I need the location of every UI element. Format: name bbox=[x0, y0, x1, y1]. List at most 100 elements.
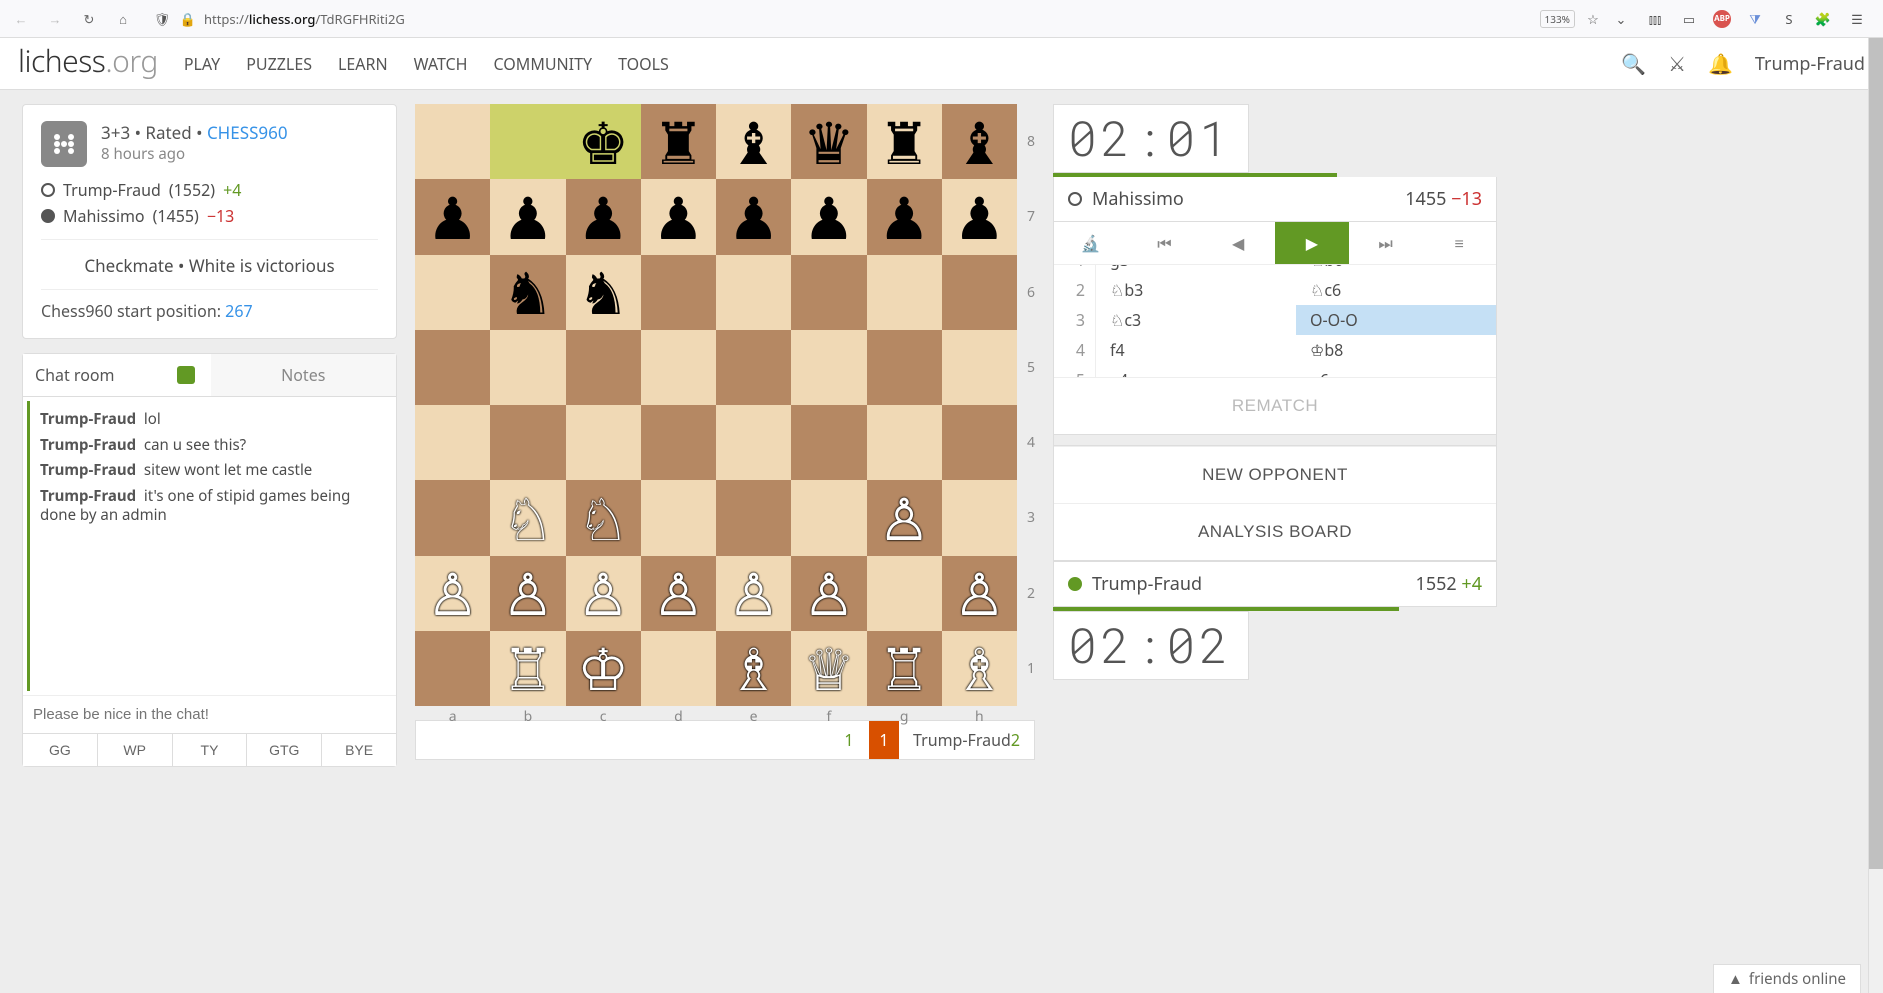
square-g6[interactable] bbox=[867, 255, 942, 330]
square-a3[interactable] bbox=[415, 480, 490, 555]
square-a8[interactable] bbox=[415, 104, 490, 179]
player-bar[interactable]: Trump-Fraud 1552 +4 bbox=[1053, 561, 1497, 607]
square-d6[interactable] bbox=[641, 255, 716, 330]
square-c5[interactable] bbox=[566, 330, 641, 405]
nav-puzzles[interactable]: PUZZLES bbox=[246, 53, 312, 75]
move-3w[interactable]: ♘c3 bbox=[1096, 305, 1296, 335]
square-g5[interactable] bbox=[867, 330, 942, 405]
opponent-bar[interactable]: Mahissimo 1455 −13 bbox=[1053, 177, 1497, 222]
extensions-icon[interactable]: 🧩 bbox=[1813, 9, 1833, 29]
move-4b[interactable]: ♔b8 bbox=[1296, 335, 1496, 365]
move-1b[interactable]: ♘b6 bbox=[1296, 265, 1496, 275]
square-b3[interactable]: ♘ bbox=[490, 480, 565, 555]
square-d4[interactable] bbox=[641, 405, 716, 480]
wr-piece[interactable]: ♖ bbox=[490, 631, 565, 706]
nav-learn[interactable]: LEARN bbox=[338, 53, 388, 75]
user-menu[interactable]: Trump-Fraud bbox=[1755, 52, 1865, 76]
wb-piece[interactable]: ♗ bbox=[716, 631, 791, 706]
bp-piece[interactable]: ♟ bbox=[415, 179, 490, 254]
zoom-badge[interactable]: 133% bbox=[1540, 10, 1575, 28]
square-f2[interactable]: ♙ bbox=[791, 556, 866, 631]
square-a7[interactable]: ♟ bbox=[415, 179, 490, 254]
square-e7[interactable]: ♟ bbox=[716, 179, 791, 254]
forward-button[interactable]: → bbox=[42, 6, 68, 32]
tab-chat[interactable]: Chat room bbox=[23, 354, 211, 396]
square-c6[interactable]: ♞ bbox=[566, 255, 641, 330]
square-e1[interactable]: ♗ bbox=[716, 631, 791, 706]
bp-piece[interactable]: ♟ bbox=[566, 179, 641, 254]
tab-notes[interactable]: Notes bbox=[211, 354, 397, 396]
square-a5[interactable] bbox=[415, 330, 490, 405]
chat-input[interactable] bbox=[23, 695, 396, 733]
analyze-icon[interactable]: 🔬 bbox=[1054, 222, 1128, 264]
square-g4[interactable] bbox=[867, 405, 942, 480]
bn-piece[interactable]: ♞ bbox=[490, 255, 565, 330]
wp-piece[interactable]: ♙ bbox=[716, 556, 791, 631]
square-d2[interactable]: ♙ bbox=[641, 556, 716, 631]
library-icon[interactable]: ⫾⫾⫾ bbox=[1645, 9, 1665, 29]
bp-piece[interactable]: ♟ bbox=[716, 179, 791, 254]
square-e4[interactable] bbox=[716, 405, 791, 480]
move-5w[interactable]: e4 bbox=[1096, 365, 1296, 377]
square-h3[interactable] bbox=[942, 480, 1017, 555]
extension1-icon[interactable]: ⧩ bbox=[1745, 9, 1765, 29]
prev-move-button[interactable]: ◀ bbox=[1201, 222, 1275, 264]
preset-gg[interactable]: GG bbox=[23, 734, 98, 766]
preset-ty[interactable]: TY bbox=[173, 734, 248, 766]
square-c2[interactable]: ♙ bbox=[566, 556, 641, 631]
chess-board[interactable]: ♚♜♝♛♜♝♟♟♟♟♟♟♟♟♞♞♘♘♙♙♙♙♙♙♙♙♖♔♗♕♖♗ 8765432… bbox=[415, 104, 1017, 706]
chat-toggle[interactable] bbox=[177, 366, 195, 384]
wn-piece[interactable]: ♘ bbox=[490, 480, 565, 555]
preset-bye[interactable]: BYE bbox=[322, 734, 396, 766]
nav-community[interactable]: COMMUNITY bbox=[494, 53, 593, 75]
square-d3[interactable] bbox=[641, 480, 716, 555]
move-3b[interactable]: O-O-O bbox=[1296, 305, 1496, 335]
reload-button[interactable]: ↻ bbox=[76, 6, 102, 32]
square-g3[interactable]: ♙ bbox=[867, 480, 942, 555]
square-h5[interactable] bbox=[942, 330, 1017, 405]
crosstable[interactable]: 1 1 Trump-Fraud 2 bbox=[415, 720, 1035, 760]
reader-icon[interactable]: ▭ bbox=[1679, 9, 1699, 29]
new-opponent-button[interactable]: NEW OPPONENT bbox=[1054, 446, 1496, 503]
player-black[interactable]: Mahissimo (1455) −13 bbox=[41, 203, 378, 229]
square-a2[interactable]: ♙ bbox=[415, 556, 490, 631]
fen-link[interactable]: 267 bbox=[225, 300, 252, 322]
last-move-button[interactable]: ⏭ bbox=[1349, 222, 1423, 264]
star-icon[interactable]: ☆ bbox=[1583, 9, 1603, 29]
square-g7[interactable]: ♟ bbox=[867, 179, 942, 254]
wq-piece[interactable]: ♕ bbox=[791, 631, 866, 706]
nav-tools[interactable]: TOOLS bbox=[618, 53, 669, 75]
square-h6[interactable] bbox=[942, 255, 1017, 330]
square-f4[interactable] bbox=[791, 405, 866, 480]
first-move-button[interactable]: ⏮ bbox=[1128, 222, 1202, 264]
square-c3[interactable]: ♘ bbox=[566, 480, 641, 555]
square-g2[interactable] bbox=[867, 556, 942, 631]
bb-piece[interactable]: ♝ bbox=[942, 104, 1017, 179]
move-list[interactable]: 1g3♘b62♘b3♘c63♘c3O-O-O4f4♔b85e4g6 bbox=[1054, 265, 1496, 377]
wp-piece[interactable]: ♙ bbox=[490, 556, 565, 631]
bp-piece[interactable]: ♟ bbox=[791, 179, 866, 254]
square-e6[interactable] bbox=[716, 255, 791, 330]
move-1w[interactable]: g3 bbox=[1096, 265, 1296, 275]
move-2b[interactable]: ♘c6 bbox=[1296, 275, 1496, 305]
square-c1[interactable]: ♔ bbox=[566, 631, 641, 706]
square-d7[interactable]: ♟ bbox=[641, 179, 716, 254]
adblock-icon[interactable]: ABP bbox=[1713, 10, 1731, 28]
wp-piece[interactable]: ♙ bbox=[566, 556, 641, 631]
square-h1[interactable]: ♗ bbox=[942, 631, 1017, 706]
br-piece[interactable]: ♜ bbox=[867, 104, 942, 179]
move-5b[interactable]: g6 bbox=[1296, 365, 1496, 377]
bk-piece[interactable]: ♚ bbox=[566, 104, 641, 179]
bell-icon[interactable]: 🔔 bbox=[1708, 50, 1733, 77]
square-h8[interactable]: ♝ bbox=[942, 104, 1017, 179]
player-white[interactable]: Trump-Fraud (1552) +4 bbox=[41, 177, 378, 203]
variant-link[interactable]: CHESS960 bbox=[207, 121, 288, 144]
bb-piece[interactable]: ♝ bbox=[716, 104, 791, 179]
pocket-icon[interactable]: ⌄ bbox=[1611, 9, 1631, 29]
next-move-button[interactable]: ▶ bbox=[1275, 222, 1349, 264]
square-d8[interactable]: ♜ bbox=[641, 104, 716, 179]
extension2-icon[interactable]: S bbox=[1779, 9, 1799, 29]
wp-piece[interactable]: ♙ bbox=[942, 556, 1017, 631]
square-a4[interactable] bbox=[415, 405, 490, 480]
square-a6[interactable] bbox=[415, 255, 490, 330]
